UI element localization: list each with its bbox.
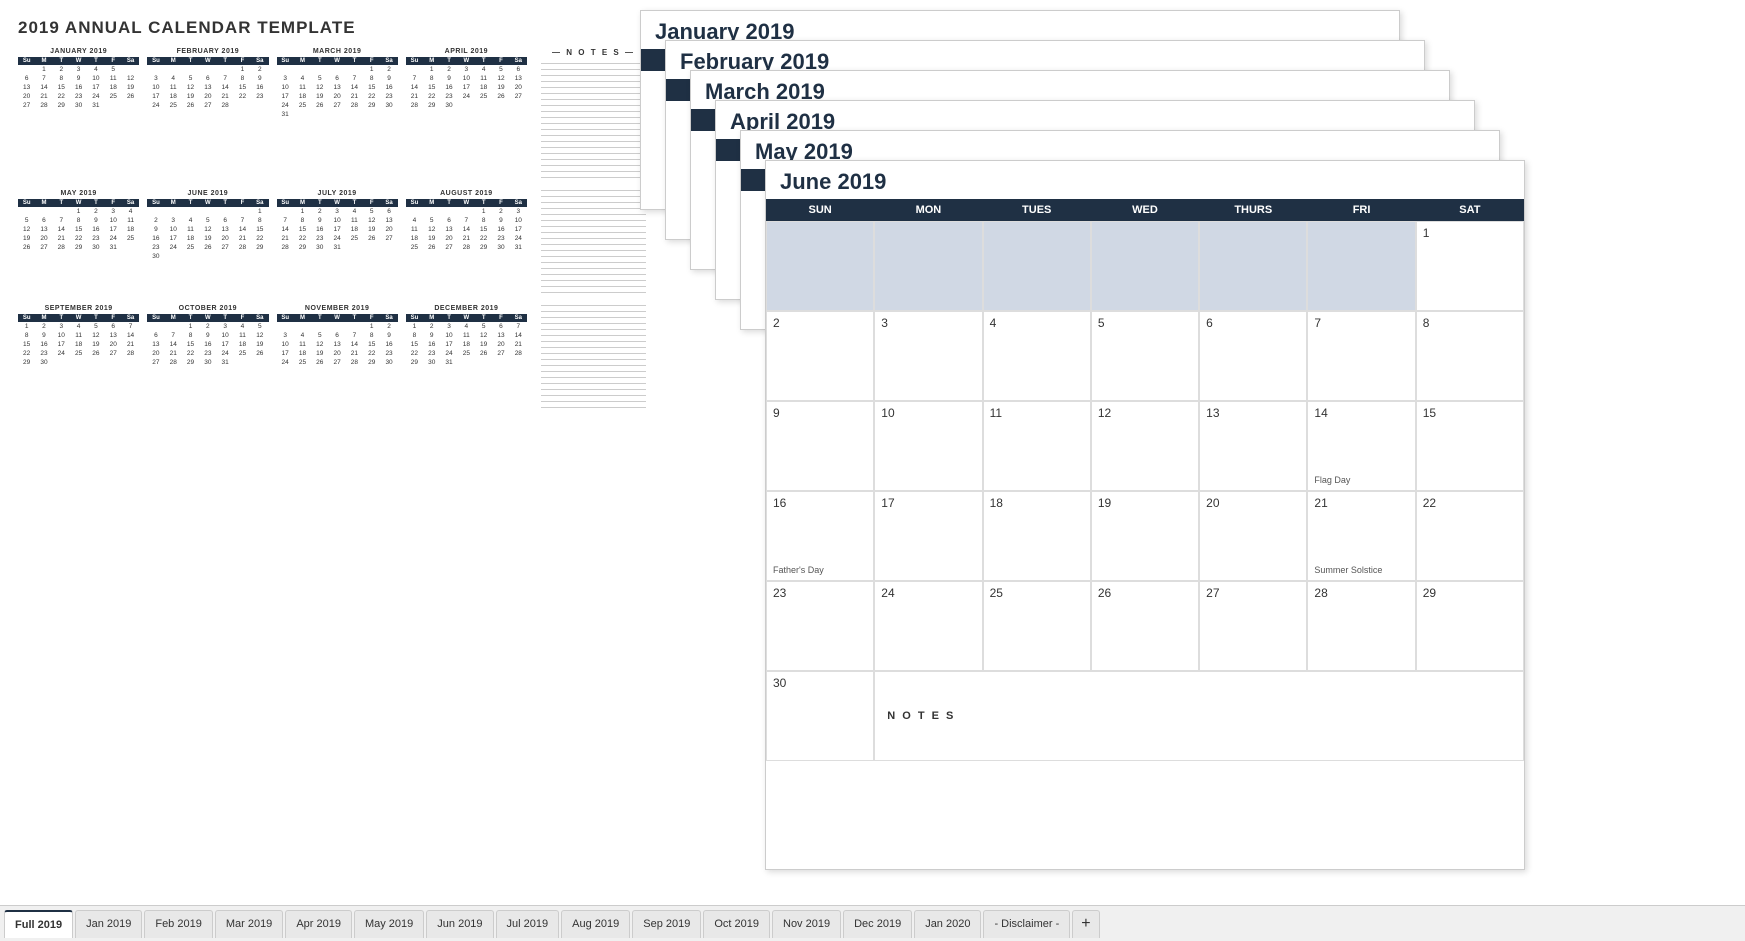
june-cell-29: 29 xyxy=(1416,581,1524,671)
mini-cal-mar: MARCH 2019 SuMTWTFSa 12 3456789 10111213… xyxy=(277,48,398,178)
tab-disclaimer[interactable]: - Disclaimer - xyxy=(983,910,1070,938)
mini-cal-dec: DECEMBER 2019 SuMTWTFSa 1234567 89101112… xyxy=(406,305,527,408)
june-cell-empty xyxy=(874,221,982,311)
june-cell-19: 19 xyxy=(1091,491,1199,581)
jun-card-header: SUNMONTUESWEDTHURSFRISAT xyxy=(766,199,1524,221)
mini-cal-jun: JUNE 2019 SuMTWTFSa 1 2345678 9101112131… xyxy=(147,190,268,293)
tab-jul-2019[interactable]: Jul 2019 xyxy=(496,910,560,938)
june-cell-6: 6 xyxy=(1199,311,1307,401)
june-cell-13: 13 xyxy=(1199,401,1307,491)
june-cell-empty xyxy=(983,221,1091,311)
june-cell-2: 2 xyxy=(766,311,874,401)
june-cell-7: 7 xyxy=(1307,311,1415,401)
june-cell-24: 24 xyxy=(874,581,982,671)
june-cell-4: 4 xyxy=(983,311,1091,401)
june-cell-18: 18 xyxy=(983,491,1091,581)
tab-sep-2019[interactable]: Sep 2019 xyxy=(632,910,701,938)
mini-cal-nov: NOVEMBER 2019 SuMTWTFSa 12 3456789 10111… xyxy=(277,305,398,408)
june-cell-12: 12 xyxy=(1091,401,1199,491)
june-calendar-body: 1 2 3 4 5 6 7 8 9 10 11 12 13 14 Flag Da… xyxy=(766,221,1524,761)
june-cell-22: 22 xyxy=(1416,491,1524,581)
tab-aug-2019[interactable]: Aug 2019 xyxy=(561,910,630,938)
june-cell-20: 20 xyxy=(1199,491,1307,581)
june-cell-11: 11 xyxy=(983,401,1091,491)
tab-jan-2020[interactable]: Jan 2020 xyxy=(914,910,981,938)
jun-card-title: June 2019 xyxy=(766,161,1524,199)
june-cell-9: 9 xyxy=(766,401,874,491)
june-cell-empty xyxy=(1091,221,1199,311)
mini-cal-apr: APRIL 2019 SuMTWTFSa 123456 78910111213 … xyxy=(406,48,527,178)
tab-nov-2019[interactable]: Nov 2019 xyxy=(772,910,841,938)
tab-dec-2019[interactable]: Dec 2019 xyxy=(843,910,912,938)
june-cell-17: 17 xyxy=(874,491,982,581)
card-june: June 2019 SUNMONTUESWEDTHURSFRISAT 1 2 3… xyxy=(765,160,1525,870)
june-cell-25: 25 xyxy=(983,581,1091,671)
notes-section-bot xyxy=(541,305,646,408)
june-cell-16: 16 Father's Day xyxy=(766,491,874,581)
june-cell-10: 10 xyxy=(874,401,982,491)
june-cell-14: 14 Flag Day xyxy=(1307,401,1415,491)
june-cell-21: 21 Summer Solstice xyxy=(1307,491,1415,581)
june-cell-8: 8 xyxy=(1416,311,1524,401)
tab-jan-2019[interactable]: Jan 2019 xyxy=(75,910,142,938)
page-title: 2019 ANNUAL CALENDAR TEMPLATE xyxy=(18,18,646,38)
june-cell-1: 1 xyxy=(1416,221,1524,311)
stacked-cards: January 2019 SUNMONTUESWEDTHURSFRISAT Fe… xyxy=(640,10,1730,905)
mini-cal-jul: JULY 2019 SuMTWTFSa 123456 78910111213 1… xyxy=(277,190,398,293)
tab-full-2019[interactable]: Full 2019 xyxy=(4,910,73,938)
tab-oct-2019[interactable]: Oct 2019 xyxy=(703,910,770,938)
mini-cal-feb: FEBRUARY 2019 SuMTWTFSa 12 3456789 10111… xyxy=(147,48,268,178)
left-panel: 2019 ANNUAL CALENDAR TEMPLATE JANUARY 20… xyxy=(0,0,660,900)
june-cell-3: 3 xyxy=(874,311,982,401)
mini-cal-jan: JANUARY 2019 SuMTWTFSa 12345 6789101112 … xyxy=(18,48,139,178)
tab-jun-2019[interactable]: Jun 2019 xyxy=(426,910,493,938)
june-cell-notes: N O T E S xyxy=(874,671,1524,761)
june-cell-15: 15 xyxy=(1416,401,1524,491)
notes-section-mid xyxy=(541,190,646,293)
june-cell-empty xyxy=(766,221,874,311)
june-cell-23: 23 xyxy=(766,581,874,671)
june-cell-28: 28 xyxy=(1307,581,1415,671)
june-cell-5: 5 xyxy=(1091,311,1199,401)
tab-apr-2019[interactable]: Apr 2019 xyxy=(285,910,352,938)
mini-cal-oct: OCTOBER 2019 SuMTWTFSa 12345 6789101112 … xyxy=(147,305,268,408)
tab-feb-2019[interactable]: Feb 2019 xyxy=(144,910,212,938)
tab-mar-2019[interactable]: Mar 2019 xyxy=(215,910,283,938)
tab-may-2019[interactable]: May 2019 xyxy=(354,910,424,938)
june-cell-30: 30 xyxy=(766,671,874,761)
june-cell-26: 26 xyxy=(1091,581,1199,671)
bottom-tabs: Full 2019 Jan 2019 Feb 2019 Mar 2019 Apr… xyxy=(0,905,1745,941)
add-tab-button[interactable]: + xyxy=(1072,910,1099,938)
june-cell-empty xyxy=(1307,221,1415,311)
june-cell-empty xyxy=(1199,221,1307,311)
june-cell-27: 27 xyxy=(1199,581,1307,671)
mini-cal-sep: SEPTEMBER 2019 SuMTWTFSa 1234567 8910111… xyxy=(18,305,139,408)
notes-section-top: — N O T E S — xyxy=(541,48,646,178)
mini-cal-aug: AUGUST 2019 SuMTWTFSa 123 45678910 11121… xyxy=(406,190,527,293)
mini-cal-may: MAY 2019 SuMTWTFSa 1234 567891011 121314… xyxy=(18,190,139,293)
